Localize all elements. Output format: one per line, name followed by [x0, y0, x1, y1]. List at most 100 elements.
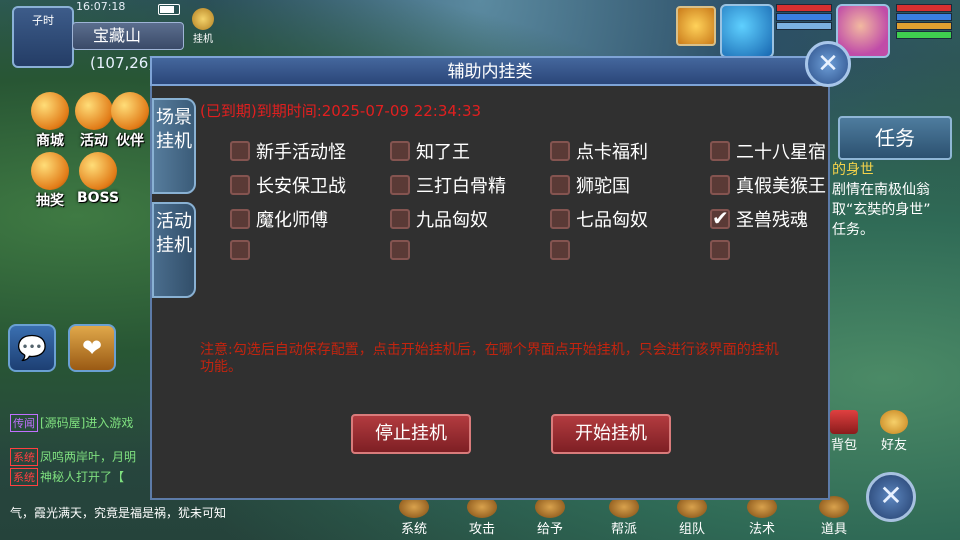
- checkbox-checked[interactable]: [710, 206, 730, 230]
- chat-line: 系统 神秘人打开了【: [10, 468, 124, 486]
- player-anger-bar: [896, 22, 952, 30]
- option-jiupin[interactable]: 九品匈奴: [390, 206, 488, 232]
- checkbox[interactable]: [550, 209, 570, 229]
- chat-tag: 传闻: [10, 414, 38, 432]
- system-label: 系统: [400, 522, 427, 537]
- partner-button[interactable]: 伙伴: [108, 92, 152, 152]
- option-label: 七品匈奴: [576, 210, 648, 231]
- checkbox[interactable]: [230, 141, 250, 161]
- task-tracker[interactable]: 的身世 剧情在南极仙翁 取“玄奘的身世” 任务。: [832, 160, 960, 240]
- checkbox[interactable]: [230, 240, 250, 260]
- checkbox[interactable]: [710, 141, 730, 161]
- option-changan[interactable]: 长安保卫战: [230, 172, 346, 198]
- partner-label: 伙伴: [116, 133, 144, 149]
- map-name[interactable]: 宝藏山: [72, 22, 184, 50]
- option-28xingxiu[interactable]: 二十八星宿: [710, 138, 828, 164]
- player-hp-bar: [896, 4, 952, 12]
- give-button[interactable]: 给予: [522, 496, 578, 537]
- battery-level: [160, 6, 174, 13]
- option-dianka[interactable]: 点卡福利: [550, 138, 648, 164]
- clock: 16:07:18: [76, 0, 126, 13]
- chat-text: 气，霞光满天，究竟是福是祸，犹未可知: [10, 506, 227, 520]
- hangup-label: 挂机: [193, 34, 213, 45]
- option-zhiliaowang[interactable]: 知了王: [390, 138, 470, 164]
- option-label: 三打白骨精: [416, 176, 506, 197]
- boss-label: BOSS: [76, 190, 120, 206]
- collapse-menu-button[interactable]: ✕: [866, 472, 916, 522]
- option-empty[interactable]: [230, 240, 256, 266]
- option-mohua[interactable]: 魔化师傅: [230, 206, 328, 232]
- system-button[interactable]: 系统: [386, 496, 442, 537]
- helper-dialog: [150, 58, 830, 500]
- task-line: 任务。: [832, 222, 874, 238]
- skill-button[interactable]: 法术: [734, 496, 790, 537]
- option-empty[interactable]: [390, 240, 416, 266]
- option-label: 狮驼国: [576, 176, 630, 197]
- option-empty[interactable]: [550, 240, 576, 266]
- close-icon: ✕: [817, 49, 839, 79]
- checkbox[interactable]: [710, 240, 730, 260]
- lottery-button[interactable]: 抽奖: [24, 152, 76, 212]
- option-shengshou[interactable]: 圣兽残魂: [710, 206, 808, 232]
- checkbox[interactable]: [230, 175, 250, 195]
- hangup-shortcut[interactable]: 挂机: [186, 8, 220, 48]
- boss-icon: [79, 152, 117, 190]
- pet-button[interactable]: ❤: [68, 324, 116, 372]
- option-label: 九品匈奴: [416, 210, 488, 231]
- lottery-label: 抽奖: [36, 193, 64, 209]
- guild-button[interactable]: 帮派: [596, 496, 652, 537]
- dialog-close-button[interactable]: ✕: [805, 41, 851, 87]
- boss-button[interactable]: BOSS: [72, 152, 124, 212]
- close-icon: ✕: [879, 479, 903, 512]
- chat-text: 凤鸣两岸叶，月明: [40, 450, 137, 464]
- items-button[interactable]: 道具: [806, 496, 862, 537]
- friends-button[interactable]: 好友: [872, 410, 916, 453]
- team-button[interactable]: 组队: [664, 496, 720, 537]
- tab-scene-hangup[interactable]: 场景挂机: [152, 98, 196, 194]
- chat-tag: 系统: [10, 468, 38, 486]
- checkbox[interactable]: [390, 240, 410, 260]
- option-label: 新手活动怪: [256, 142, 346, 163]
- coordinates: (107,26): [90, 54, 155, 72]
- attack-label: 攻击: [468, 522, 495, 537]
- player-exp-bar: [896, 31, 952, 39]
- checkbox[interactable]: [390, 209, 410, 229]
- checkbox[interactable]: [390, 141, 410, 161]
- give-label: 给予: [536, 522, 563, 537]
- option-xinshou[interactable]: 新手活动怪: [230, 138, 346, 164]
- pet-exp-bar: [776, 22, 832, 30]
- tab-activity-hangup[interactable]: 活动挂机: [152, 202, 196, 298]
- checkbox[interactable]: [390, 175, 410, 195]
- pet-hp-bar: [776, 4, 832, 12]
- team-label: 组队: [678, 522, 705, 537]
- shop-icon: [31, 92, 69, 130]
- option-qipin[interactable]: 七品匈奴: [550, 206, 648, 232]
- chat-bubble-button[interactable]: 💬: [8, 324, 56, 372]
- option-meihouwang[interactable]: 真假美猴王: [710, 172, 828, 198]
- checkbox[interactable]: [550, 141, 570, 161]
- checkbox[interactable]: [550, 240, 570, 260]
- pet-avatar-icon[interactable]: [676, 6, 716, 46]
- lottery-icon: [31, 152, 69, 190]
- partner-icon: [111, 92, 149, 130]
- chat-line: 传闻 [源码屋]进入游戏: [10, 414, 133, 432]
- checkbox[interactable]: [710, 175, 730, 195]
- checkbox[interactable]: [550, 175, 570, 195]
- items-label: 道具: [820, 522, 847, 537]
- option-baigujing[interactable]: 三打白骨精: [390, 172, 506, 198]
- task-button[interactable]: 任务: [838, 116, 952, 160]
- stop-hangup-button[interactable]: 停止挂机: [351, 414, 471, 454]
- pet-portrait[interactable]: [720, 4, 774, 58]
- skill-label: 法术: [748, 522, 775, 537]
- pet-mp-bar: [776, 13, 832, 21]
- checkbox[interactable]: [230, 209, 250, 229]
- task-line: 的身世: [832, 162, 874, 178]
- expire-status: (已到期)到期时间:2025-07-09 22:34:33: [200, 102, 482, 120]
- time-badge[interactable]: 子时: [12, 6, 74, 68]
- pet-icon: ❤: [81, 334, 103, 362]
- option-shituoguo[interactable]: 狮驼国: [550, 172, 630, 198]
- start-hangup-button[interactable]: 开始挂机: [551, 414, 671, 454]
- option-empty[interactable]: [710, 240, 736, 266]
- option-label: 点卡福利: [576, 142, 648, 163]
- attack-button[interactable]: 攻击: [454, 496, 510, 537]
